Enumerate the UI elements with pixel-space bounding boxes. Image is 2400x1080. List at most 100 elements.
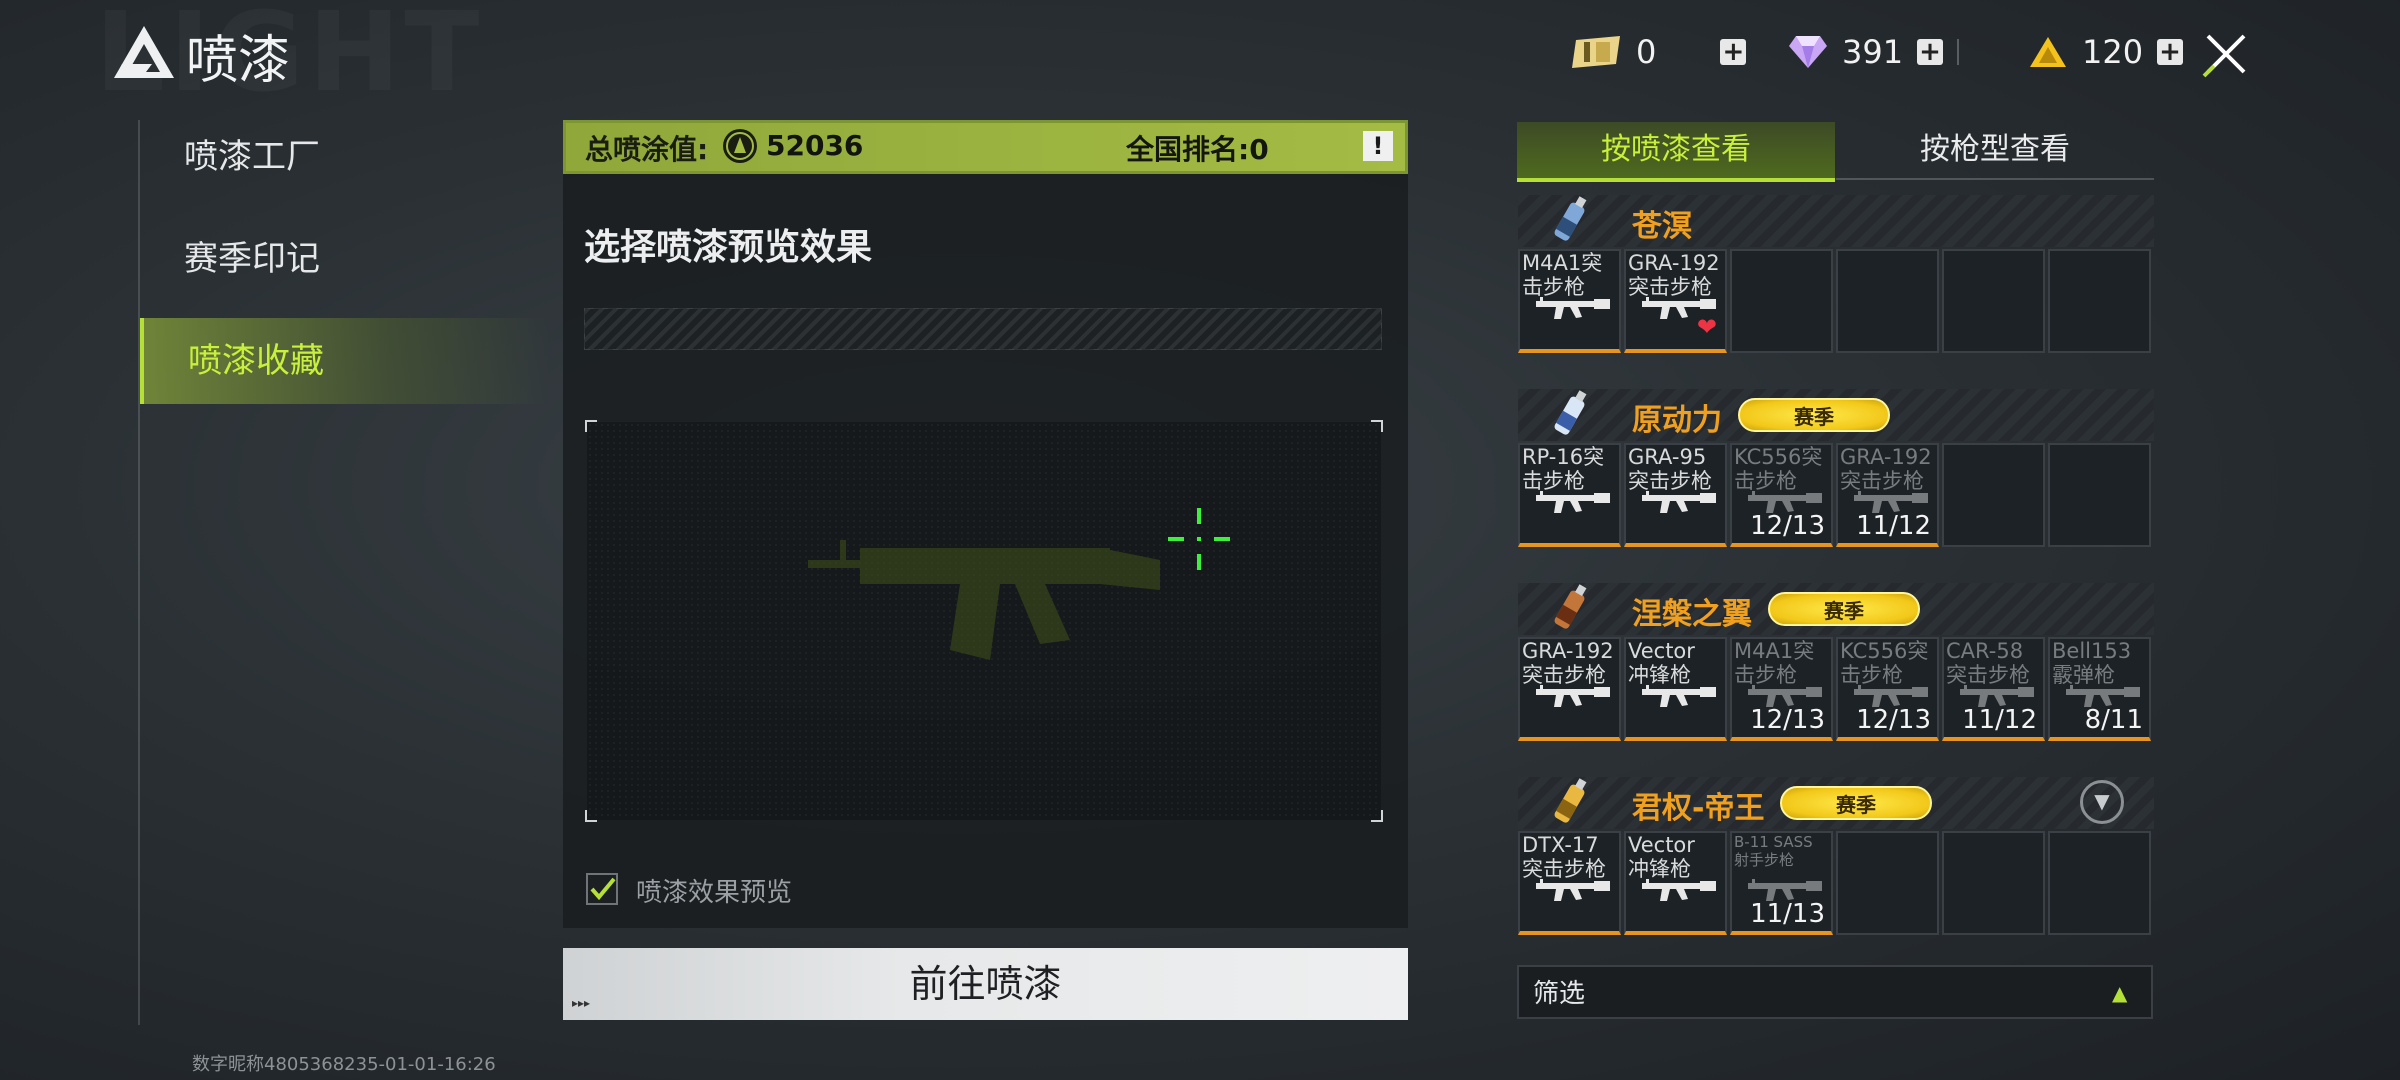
diamond-count: 391 — [1842, 33, 1904, 71]
go-to-spray-button[interactable]: 前往喷漆 — [563, 948, 1408, 1020]
weapon-name-line1: RP-16突 — [1522, 445, 1605, 469]
spray-group-name: 涅槃之翼 — [1632, 597, 1752, 632]
add-ticket-button[interactable]: + — [1720, 39, 1747, 65]
filter-label: 筛选 — [1533, 979, 1586, 1009]
weapon-cell[interactable]: CAR-58 突击步枪 11/12 — [1942, 637, 2045, 741]
nav-item-spray-factory[interactable]: 喷漆工厂 — [140, 114, 550, 200]
weapon-icon — [1536, 879, 1610, 901]
nav-item-season-marks[interactable]: 赛季印记 — [140, 216, 550, 302]
weapon-icon — [1536, 685, 1610, 707]
weapon-name-line1: B-11 SASS — [1734, 833, 1813, 851]
preview-checkbox-label: 喷漆效果预览 — [636, 878, 793, 908]
spray-group-name: 君权-帝王 — [1632, 791, 1765, 826]
unlock-progress: 11/12 — [1962, 705, 2037, 735]
empty-cell — [1942, 443, 2045, 547]
spray-can-icon — [1554, 778, 1587, 823]
weapon-name-line1: Vector — [1628, 639, 1695, 663]
weapon-name-line1: KC556突 — [1734, 445, 1823, 469]
tab-by-spray[interactable]: 按喷漆查看 — [1517, 122, 1835, 182]
preview-checkbox[interactable] — [586, 873, 618, 905]
season-badge: 赛季 — [1738, 398, 1890, 432]
weapon-silhouette-icon — [808, 540, 1160, 660]
weapon-cell[interactable]: KC556突 击步枪 12/13 — [1730, 443, 1833, 547]
weapon-icon — [1642, 491, 1716, 513]
tab-by-weapon[interactable]: 按枪型查看 — [1836, 122, 2154, 180]
total-score-label: 总喷涂值: — [585, 133, 709, 166]
button-deco-arrows: ▸▸▸ — [572, 996, 591, 1010]
close-icon[interactable] — [2198, 26, 2254, 82]
weapon-cell[interactable]: M4A1突 击步枪 12/13 — [1730, 637, 1833, 741]
unlock-progress: 12/13 — [1750, 511, 1825, 541]
weapon-name-line1: Bell153 — [2052, 639, 2132, 663]
weapon-cell[interactable]: GRA-192 突击步枪 ❤ — [1624, 249, 1727, 353]
spray-can-icon — [1554, 584, 1587, 629]
unlock-progress: 8/11 — [2084, 705, 2143, 735]
weapon-icon — [1642, 685, 1716, 707]
weapon-name-line1: GRA-192 — [1840, 445, 1932, 469]
weapon-cell[interactable]: KC556突 击步枪 12/13 — [1836, 637, 1939, 741]
ticket-count: 0 — [1636, 33, 1657, 71]
total-score-value: 52036 — [766, 129, 864, 162]
weapon-cell[interactable]: GRA-95 突击步枪 — [1624, 443, 1727, 547]
empty-cell — [1942, 831, 2045, 935]
empty-cell — [1836, 831, 1939, 935]
empty-cell — [2048, 249, 2151, 353]
weapon-name-line1: M4A1突 — [1522, 251, 1603, 275]
weapon-name-line1: GRA-192 — [1522, 639, 1614, 663]
preview-corner — [585, 810, 597, 822]
preview-corner — [585, 420, 597, 432]
add-gold-button[interactable]: + — [2157, 39, 2184, 65]
national-rank-label: 全国排名:0 — [1126, 133, 1269, 166]
weapon-name-line1: GRA-192 — [1628, 251, 1720, 275]
page-title: 喷漆 — [186, 31, 291, 91]
favorite-heart-icon[interactable]: ❤ — [1697, 313, 1717, 341]
divider — [1957, 39, 1960, 65]
unlock-progress: 12/13 — [1750, 705, 1825, 735]
spray-score-icon — [723, 129, 757, 163]
spray-selection-bar — [584, 308, 1382, 350]
weapon-cell[interactable]: DTX-17 突击步枪 — [1518, 831, 1621, 935]
unlock-progress: 11/12 — [1856, 511, 1931, 541]
nav-item-spray-collection[interactable]: 喷漆收藏 — [140, 318, 550, 404]
spray-group-name: 原动力 — [1632, 403, 1722, 438]
weapon-cell[interactable]: Vector 冲锋枪 — [1624, 831, 1727, 935]
info-button[interactable]: ! — [1363, 131, 1393, 161]
weapon-icon — [1642, 879, 1716, 901]
checkmark-icon — [590, 877, 616, 901]
weapon-cell[interactable]: Bell153 霰弹枪 8/11 — [2048, 637, 2151, 741]
spray-can-icon — [1554, 390, 1587, 435]
season-badge: 赛季 — [1780, 786, 1932, 820]
weapon-name-line1: CAR-58 — [1946, 639, 2024, 663]
gold-triangle-icon — [2030, 37, 2066, 67]
spray-can-icon — [1554, 196, 1587, 241]
preview-corner — [1371, 420, 1383, 432]
add-diamond-button[interactable]: + — [1917, 39, 1944, 65]
filter-dropdown[interactable] — [1517, 965, 2153, 1019]
gold-count: 120 — [2082, 33, 2144, 71]
filter-arrow-icon: ▲ — [2112, 981, 2128, 1005]
weapon-name-line1: Vector — [1628, 833, 1695, 857]
weapon-cell[interactable]: RP-16突 击步枪 — [1518, 443, 1621, 547]
spray-group-name: 苍溟 — [1632, 209, 1692, 244]
unlock-progress: 11/13 — [1750, 899, 1825, 929]
crosshair-icon — [1168, 508, 1230, 570]
weapon-name-line1: M4A1突 — [1734, 639, 1815, 663]
weapon-cell[interactable]: Vector 冲锋枪 — [1624, 637, 1727, 741]
weapon-cell[interactable]: B-11 SASS 射手步枪 11/13 — [1730, 831, 1833, 935]
weapon-cell[interactable]: M4A1突 击步枪 — [1518, 249, 1621, 353]
spray-logo-icon — [114, 26, 174, 78]
season-badge: 赛季 — [1768, 592, 1920, 626]
preview-section-title: 选择喷漆预览效果 — [584, 227, 873, 268]
weapon-name-line1: DTX-17 — [1522, 833, 1599, 857]
expand-down-icon[interactable]: ▼ — [2080, 780, 2124, 824]
weapon-cell[interactable]: GRA-192 突击步枪 — [1518, 637, 1621, 741]
ticket-currency: 0 + — [1570, 28, 1747, 76]
weapon-icon — [1536, 297, 1610, 319]
diamond-currency: 391 + — [1788, 28, 1960, 76]
empty-cell — [1836, 249, 1939, 353]
empty-cell — [1942, 249, 2045, 353]
weapon-cell[interactable]: GRA-192 突击步枪 11/12 — [1836, 443, 1939, 547]
weapon-name: B-11 SASS 射手步枪 — [1734, 833, 1813, 869]
spray-group-header[interactable] — [1518, 195, 2154, 247]
preview-corner — [1371, 810, 1383, 822]
